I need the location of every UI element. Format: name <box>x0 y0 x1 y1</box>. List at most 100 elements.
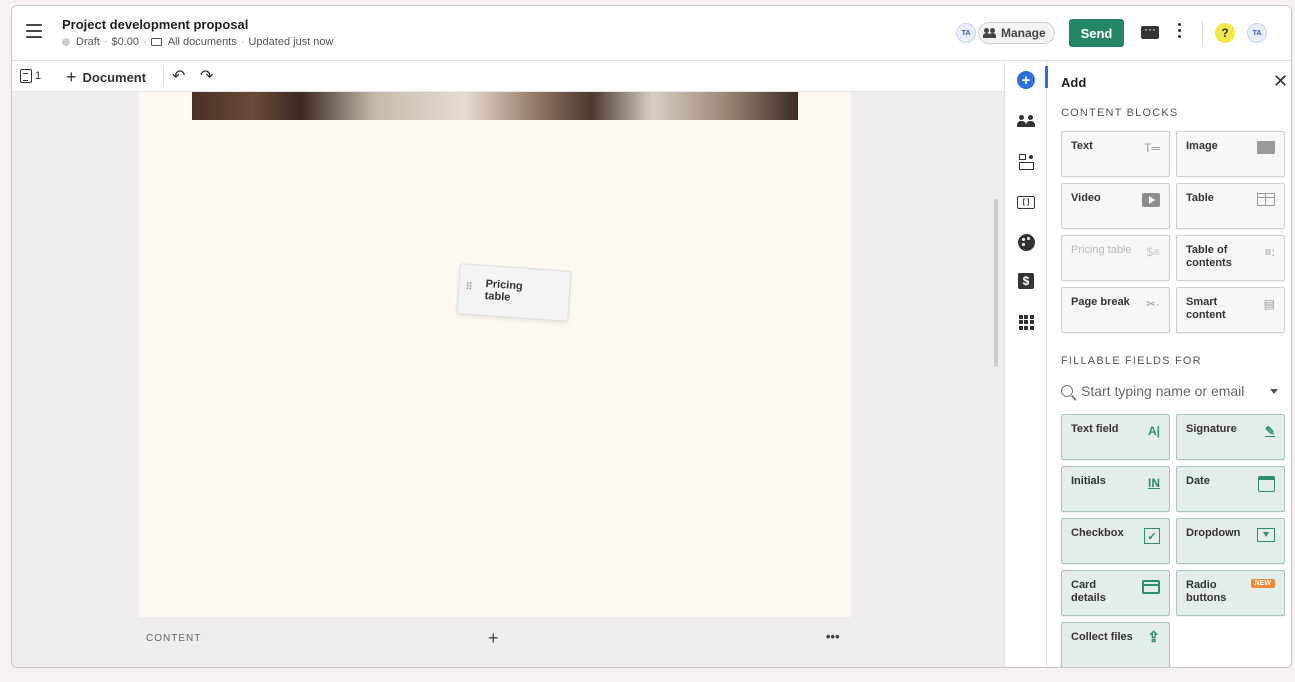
block-pricing-table: Pricing table $≡ <box>1061 235 1170 281</box>
document-page[interactable] <box>139 92 851 617</box>
block-label: Smart content <box>1186 296 1226 321</box>
people-icon <box>983 28 997 38</box>
send-button[interactable]: Send <box>1069 19 1124 47</box>
status-badge[interactable]: Draft <box>76 36 100 48</box>
field-label: Radio buttons <box>1186 579 1227 604</box>
block-table-of-contents[interactable]: Table of contents ≡: <box>1176 235 1285 281</box>
text-icon: T═ <box>1144 141 1160 155</box>
dropdown-icon <box>1257 528 1275 545</box>
sidebar-item-blocks[interactable] <box>1016 152 1036 172</box>
smart-content-icon: ▤ <box>1263 297 1275 311</box>
sidebar-item-add[interactable]: + <box>1016 70 1036 90</box>
dragging-pricing-table-block[interactable]: ⠿ Pricing table <box>456 263 572 322</box>
close-icon[interactable]: ✕ <box>1273 71 1288 92</box>
drag-handle-icon[interactable]: ⠿ <box>465 282 472 293</box>
editor-toolbar: 1 + Document ↶ ↷ <box>12 61 1004 92</box>
field-label: Text field <box>1071 423 1119 435</box>
content-section-label: CONTENT <box>146 633 202 644</box>
people-icon <box>1016 115 1036 127</box>
block-label: Text <box>1071 140 1093 152</box>
more-options-icon[interactable] <box>1178 23 1182 41</box>
field-text-field[interactable]: Text field A| <box>1061 414 1170 460</box>
block-video[interactable]: Video <box>1061 183 1170 229</box>
meta-separator: · <box>103 36 108 48</box>
field-signature[interactable]: Signature ✎ <box>1176 414 1285 460</box>
add-panel: Add ✕ CONTENT BLOCKS Text T═ Image Video… <box>1048 61 1291 667</box>
fillable-fields-heading: FILLABLE FIELDS FOR <box>1061 355 1202 367</box>
block-page-break[interactable]: Page break ✂· <box>1061 287 1170 333</box>
field-initials[interactable]: Initials IN <box>1061 466 1170 512</box>
content-section-bar: CONTENT + ••• <box>146 628 846 649</box>
upload-icon: ⇪ <box>1147 629 1160 646</box>
field-card-details[interactable]: Card details <box>1061 570 1170 616</box>
pricing-table-icon: $≡ <box>1146 245 1160 259</box>
folder-link[interactable]: All documents <box>168 36 237 48</box>
content-more-icon[interactable]: ••• <box>826 629 840 644</box>
video-icon <box>1142 193 1160 210</box>
field-label: Checkbox <box>1071 527 1124 539</box>
content-blocks-heading: CONTENT BLOCKS <box>1061 107 1179 119</box>
table-of-contents-icon: ≡: <box>1264 245 1275 259</box>
plus-icon: + <box>66 67 77 87</box>
manage-button[interactable]: Manage <box>978 22 1055 44</box>
add-content-icon[interactable]: + <box>488 628 499 649</box>
search-icon <box>1061 385 1073 397</box>
sidebar-item-pricing[interactable]: $ <box>1016 271 1036 291</box>
undo-icon[interactable]: ↶ <box>172 66 185 86</box>
pages-icon <box>20 69 32 83</box>
frame-icon: [ ] <box>1017 195 1035 209</box>
block-label: Table <box>1186 192 1214 204</box>
meta-separator: · <box>143 36 147 48</box>
meta-separator: · <box>240 36 245 48</box>
initials-icon: IN <box>1148 476 1160 490</box>
apps-grid-icon <box>1018 314 1034 330</box>
add-document-button[interactable]: + Document <box>66 67 146 88</box>
avatar[interactable]: TA <box>956 23 976 43</box>
field-date[interactable]: Date <box>1176 466 1285 512</box>
sidebar-item-embed[interactable]: [ ] <box>1016 192 1036 212</box>
field-label: Collect files <box>1071 631 1133 643</box>
recipient-search <box>1061 381 1286 401</box>
block-smart-content[interactable]: Smart content ▤ <box>1176 287 1285 333</box>
sidebar-item-apps[interactable] <box>1016 312 1036 332</box>
header-photo[interactable] <box>192 92 798 120</box>
block-image[interactable]: Image <box>1176 131 1285 177</box>
document-title[interactable]: Project development proposal <box>62 17 248 32</box>
field-collect-files[interactable]: Collect files ⇪ <box>1061 622 1170 667</box>
text-field-icon: A| <box>1147 424 1160 438</box>
block-label: Video <box>1071 192 1101 204</box>
comments-icon[interactable] <box>1141 22 1159 39</box>
pages-button[interactable]: 1 <box>20 69 41 83</box>
card-icon <box>1142 580 1160 597</box>
field-radio-buttons[interactable]: Radio buttons NEW <box>1176 570 1285 616</box>
page-count: 1 <box>35 70 42 82</box>
block-text[interactable]: Text T═ <box>1061 131 1170 177</box>
block-label: Page break <box>1071 296 1130 308</box>
field-checkbox[interactable]: Checkbox ✓ <box>1061 518 1170 564</box>
document-amount: $0.00 <box>111 36 140 48</box>
block-label: Table of contents <box>1186 244 1232 269</box>
sidebar-item-design[interactable] <box>1016 232 1036 252</box>
field-label: Card details <box>1071 579 1106 604</box>
document-canvas: ⠿ Pricing table CONTENT + ••• <box>12 92 1004 667</box>
recipient-search-input[interactable] <box>1081 383 1266 399</box>
field-dropdown[interactable]: Dropdown <box>1176 518 1285 564</box>
manage-label: Manage <box>1001 26 1046 40</box>
field-label: Initials <box>1071 475 1106 487</box>
user-avatar[interactable]: TA <box>1247 23 1267 43</box>
block-table[interactable]: Table <box>1176 183 1285 229</box>
app-window: Project development proposal Draft · $0.… <box>11 5 1292 668</box>
signature-icon: ✎ <box>1264 424 1275 438</box>
hamburger-menu-icon[interactable] <box>26 24 42 38</box>
sidebar-item-recipients[interactable] <box>1016 111 1036 131</box>
palette-icon <box>1017 233 1035 251</box>
redo-icon[interactable]: ↷ <box>200 66 213 86</box>
add-document-label: Document <box>82 70 147 85</box>
new-badge: NEW <box>1250 579 1275 588</box>
field-label: Dropdown <box>1186 527 1241 539</box>
chevron-down-icon[interactable] <box>1270 388 1278 394</box>
canvas-scrollbar[interactable] <box>994 199 998 367</box>
add-circle-icon: + <box>1017 71 1035 89</box>
block-label: Pricing table <box>1071 244 1132 256</box>
help-button[interactable]: ? <box>1215 23 1235 43</box>
